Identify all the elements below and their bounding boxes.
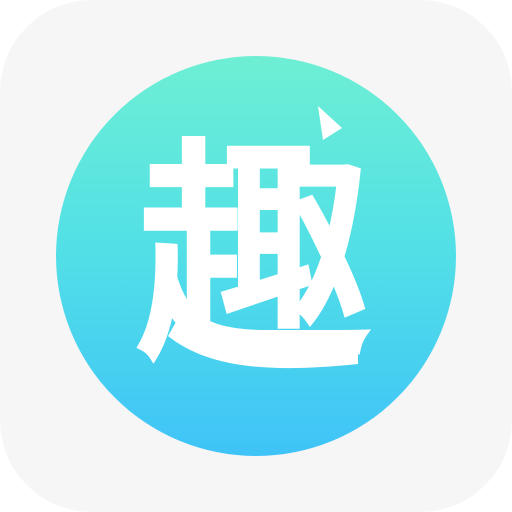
- app-icon[interactable]: 趣: [0, 0, 512, 512]
- logo-glyph: 趣: [136, 106, 372, 394]
